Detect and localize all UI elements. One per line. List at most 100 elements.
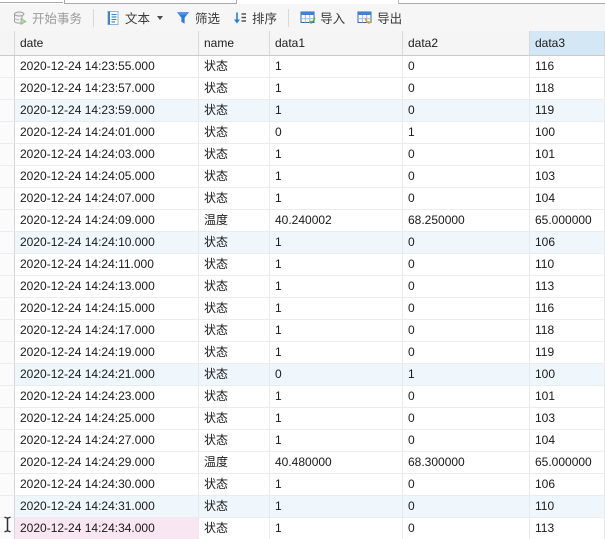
row-gutter-cell[interactable]	[0, 122, 15, 144]
cell-date[interactable]: 2020-12-24 14:24:13.000	[15, 276, 199, 298]
import-button[interactable]: 导入	[294, 5, 351, 30]
cell-data1[interactable]: 1	[270, 496, 403, 518]
cell-data1[interactable]: 40.480000	[270, 452, 403, 474]
cell-data1[interactable]: 1	[270, 254, 403, 276]
table-row[interactable]: 2020-12-24 14:23:59.000 状态 1 0 119	[0, 100, 605, 122]
cell-data2[interactable]: 0	[403, 342, 530, 364]
cell-data1[interactable]: 1	[270, 430, 403, 452]
cell-name[interactable]: 状态	[199, 342, 270, 364]
cell-name[interactable]: 状态	[199, 518, 270, 539]
sort-button[interactable]: 排序	[226, 5, 283, 30]
cell-name[interactable]: 温度	[199, 452, 270, 474]
cell-data2[interactable]: 0	[403, 188, 530, 210]
cell-name[interactable]: 状态	[199, 78, 270, 100]
cell-data3[interactable]: 101	[530, 386, 605, 408]
cell-date[interactable]: 2020-12-24 14:24:21.000	[15, 364, 199, 386]
column-header-data2[interactable]: data2	[403, 31, 530, 56]
cell-data3[interactable]: 118	[530, 78, 605, 100]
table-row[interactable]: 2020-12-24 14:24:09.000 温度 40.240002 68.…	[0, 210, 605, 232]
column-header-date[interactable]: date	[15, 31, 199, 56]
cell-data1[interactable]: 1	[270, 78, 403, 100]
cell-data1[interactable]: 1	[270, 144, 403, 166]
table-row[interactable]: 2020-12-24 14:24:27.000 状态 1 0 104	[0, 430, 605, 452]
cell-data1[interactable]: 1	[270, 166, 403, 188]
row-gutter-cell[interactable]	[0, 430, 15, 452]
table-row[interactable]: 2020-12-24 14:24:23.000 状态 1 0 101	[0, 386, 605, 408]
cell-data3[interactable]: 101	[530, 144, 605, 166]
cell-data1[interactable]: 1	[270, 298, 403, 320]
cell-data2[interactable]: 0	[403, 518, 530, 539]
cell-data3[interactable]: 106	[530, 474, 605, 496]
cell-data1[interactable]: 1	[270, 342, 403, 364]
column-header-data3[interactable]: data3	[530, 31, 605, 56]
table-row[interactable]: 2020-12-24 14:23:57.000 状态 1 0 118	[0, 78, 605, 100]
table-row[interactable]: 2020-12-24 14:24:21.000 状态 0 1 100	[0, 364, 605, 386]
row-gutter-cell[interactable]	[0, 408, 15, 430]
cell-name[interactable]: 状态	[199, 430, 270, 452]
table-row[interactable]: 2020-12-24 14:24:13.000 状态 1 0 113	[0, 276, 605, 298]
text-view-button[interactable]: 文本	[99, 5, 169, 30]
cell-data1[interactable]: 1	[270, 276, 403, 298]
cell-data3[interactable]: 65.000000	[530, 452, 605, 474]
cell-data3[interactable]: 104	[530, 430, 605, 452]
table-row[interactable]: 2020-12-24 14:23:55.000 状态 1 0 116	[0, 56, 605, 78]
row-gutter-cell[interactable]	[0, 166, 15, 188]
cell-data2[interactable]: 0	[403, 144, 530, 166]
cell-data1[interactable]: 1	[270, 518, 403, 539]
cell-data3[interactable]: 118	[530, 320, 605, 342]
table-row[interactable]: 2020-12-24 14:24:17.000 状态 1 0 118	[0, 320, 605, 342]
cell-data3[interactable]: 100	[530, 364, 605, 386]
cell-date[interactable]: 2020-12-24 14:24:05.000	[15, 166, 199, 188]
row-gutter-cell[interactable]	[0, 254, 15, 276]
cell-date[interactable]: 2020-12-24 14:23:57.000	[15, 78, 199, 100]
cell-data3[interactable]: 103	[530, 408, 605, 430]
cell-name[interactable]: 状态	[199, 474, 270, 496]
row-gutter-cell[interactable]	[0, 100, 15, 122]
cell-date[interactable]: 2020-12-24 14:24:19.000	[15, 342, 199, 364]
table-row[interactable]: 2020-12-24 14:24:01.000 状态 0 1 100	[0, 122, 605, 144]
cell-date[interactable]: 2020-12-24 14:24:03.000	[15, 144, 199, 166]
cell-data1[interactable]: 0	[270, 122, 403, 144]
cell-name[interactable]: 状态	[199, 144, 270, 166]
cell-date[interactable]: 2020-12-24 14:24:25.000	[15, 408, 199, 430]
cell-data2[interactable]: 0	[403, 78, 530, 100]
cell-name[interactable]: 状态	[199, 364, 270, 386]
cell-name[interactable]: 温度	[199, 210, 270, 232]
cell-data1[interactable]: 1	[270, 188, 403, 210]
cell-date[interactable]: 2020-12-24 14:24:11.000	[15, 254, 199, 276]
cell-date[interactable]: 2020-12-24 14:24:29.000	[15, 452, 199, 474]
cell-data2[interactable]: 0	[403, 298, 530, 320]
cell-name[interactable]: 状态	[199, 276, 270, 298]
row-gutter-cell[interactable]	[0, 298, 15, 320]
cell-data1[interactable]: 1	[270, 320, 403, 342]
table-row[interactable]: 2020-12-24 14:24:03.000 状态 1 0 101	[0, 144, 605, 166]
cell-date[interactable]: 2020-12-24 14:24:27.000	[15, 430, 199, 452]
cell-data2[interactable]: 68.300000	[403, 452, 530, 474]
cell-name[interactable]: 状态	[199, 188, 270, 210]
row-gutter-cell[interactable]	[0, 474, 15, 496]
cell-data3[interactable]: 113	[530, 518, 605, 539]
table-row[interactable]: 2020-12-24 14:24:07.000 状态 1 0 104	[0, 188, 605, 210]
filter-button[interactable]: 筛选	[169, 5, 226, 30]
cell-data1[interactable]: 0	[270, 364, 403, 386]
cell-data2[interactable]: 0	[403, 166, 530, 188]
cell-data3[interactable]: 65.000000	[530, 210, 605, 232]
cell-data3[interactable]: 116	[530, 298, 605, 320]
cell-name[interactable]: 状态	[199, 232, 270, 254]
table-row[interactable]: 2020-12-24 14:24:29.000 温度 40.480000 68.…	[0, 452, 605, 474]
cell-data2[interactable]: 0	[403, 430, 530, 452]
cell-date[interactable]: 2020-12-24 14:24:01.000	[15, 122, 199, 144]
cell-data2[interactable]: 0	[403, 386, 530, 408]
cell-date[interactable]: 2020-12-24 14:23:55.000	[15, 56, 199, 78]
row-gutter-cell[interactable]	[0, 78, 15, 100]
cell-data2[interactable]: 1	[403, 122, 530, 144]
cell-data1[interactable]: 1	[270, 408, 403, 430]
cell-data3[interactable]: 119	[530, 100, 605, 122]
row-gutter-cell[interactable]	[0, 320, 15, 342]
cell-data1[interactable]: 1	[270, 474, 403, 496]
cell-data2[interactable]: 0	[403, 56, 530, 78]
cell-data2[interactable]: 0	[403, 408, 530, 430]
cell-data3[interactable]: 106	[530, 232, 605, 254]
cell-date[interactable]: 2020-12-24 14:24:30.000	[15, 474, 199, 496]
row-gutter-cell[interactable]	[0, 210, 15, 232]
